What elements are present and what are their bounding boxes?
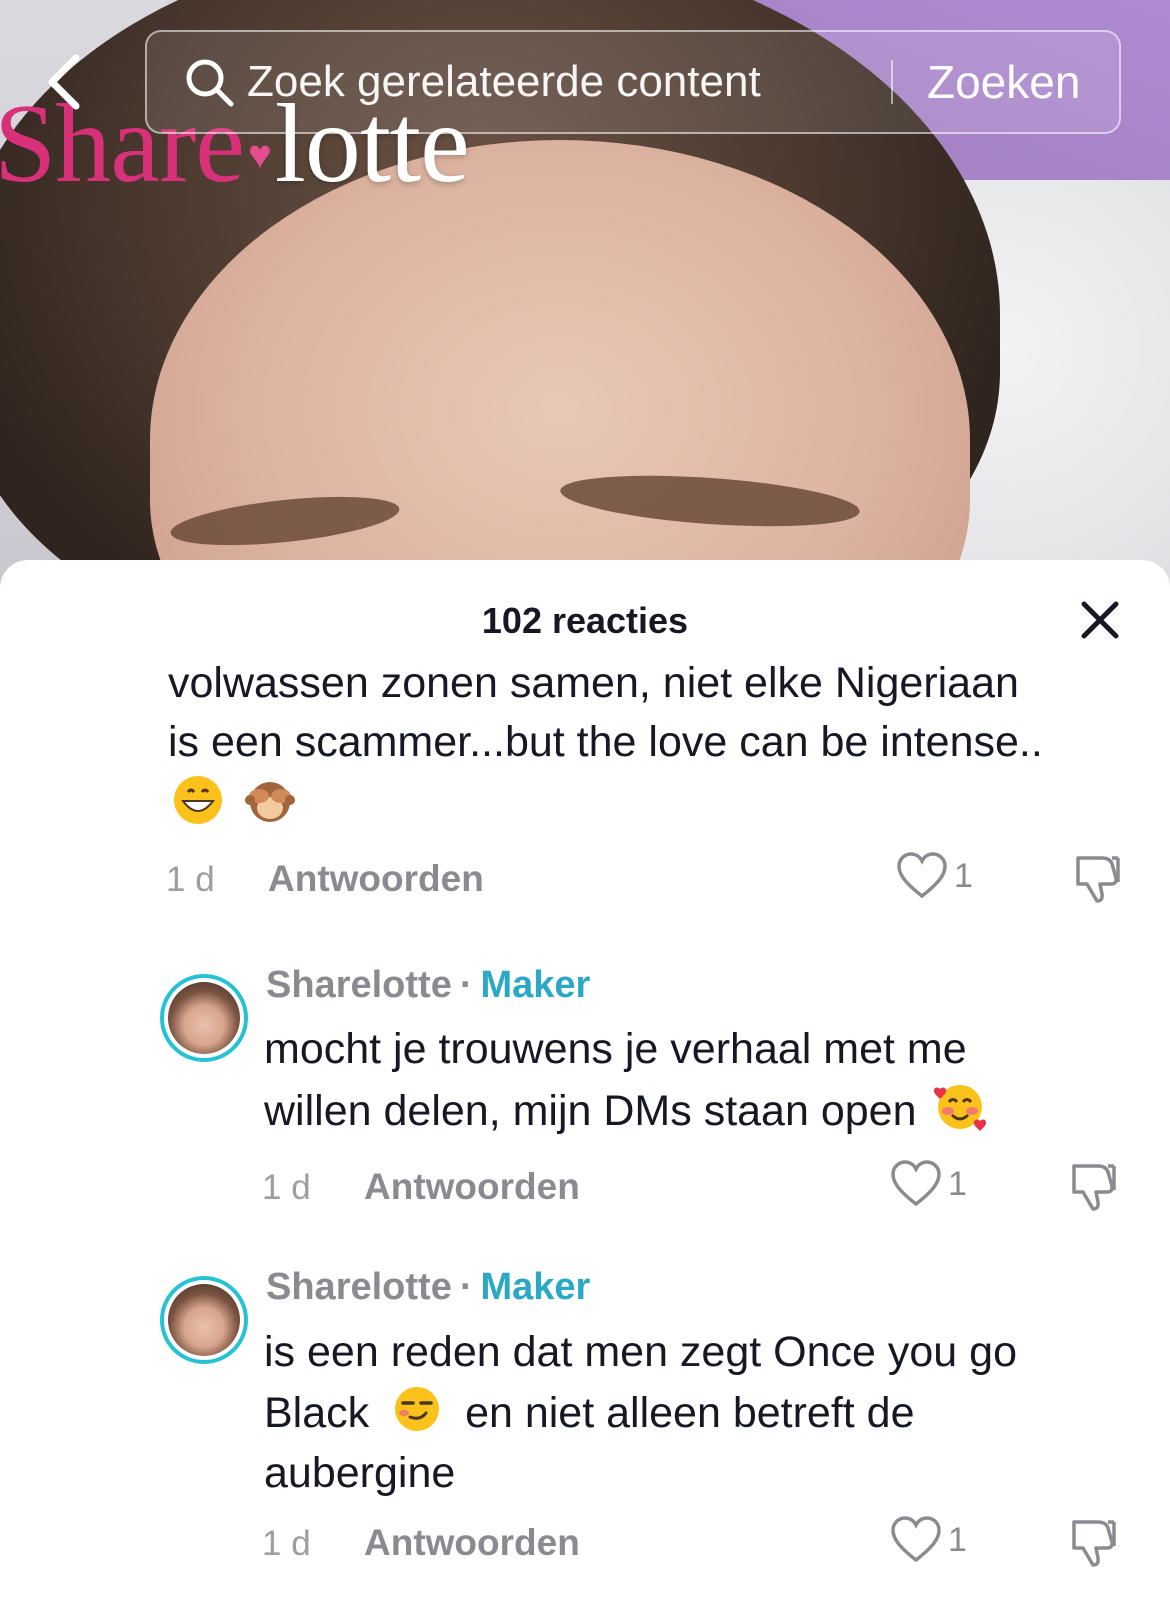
comment-2-like-count: 1 [948, 1164, 967, 1203]
chevron-left-icon [48, 54, 80, 110]
comment-2-maker-badge: Maker [480, 964, 591, 1006]
comment-2-username: Sharelotte [266, 964, 452, 1006]
comment-1-line-2: is een scammer...but the love can be int… [168, 718, 1043, 766]
comment-3-avatar[interactable] [160, 1276, 248, 1364]
avatar-image [168, 1284, 240, 1356]
comment-1-like-button[interactable]: 1 [896, 852, 973, 900]
heart-outline-icon [891, 1160, 941, 1207]
comment-3-line-2-wrap: Black en niet alleen betreft de [264, 1383, 915, 1443]
see-no-evil-monkey-emoji [244, 782, 295, 822]
thumbs-down-icon [1072, 1164, 1116, 1211]
back-button[interactable] [36, 50, 96, 114]
comment-2-line-2-wrap: willen delen, mijn DMs staan open [264, 1081, 987, 1141]
comment-1-reply-button[interactable]: Antwoorden [268, 858, 484, 900]
comment-1-line-1: volwassen zonen samen, niet elke Nigeria… [168, 659, 1019, 707]
comment-3-time: 1 d [262, 1524, 311, 1563]
comments-sheet: 102 reacties volwassen zonen samen, niet… [0, 560, 1170, 1601]
comment-3-author[interactable]: Sharelotte · Maker [266, 1266, 590, 1309]
comment-2-line-1: mocht je trouwens je verhaal met me [264, 1025, 967, 1073]
comment-2-time: 1 d [262, 1168, 311, 1207]
comment-3-like-count: 1 [948, 1520, 967, 1559]
comment-1-emojis [172, 774, 296, 834]
comment-2-avatar[interactable] [160, 974, 248, 1062]
comment-3-line-2b: en niet alleen betreft de [465, 1389, 915, 1437]
comment-3-like-button[interactable]: 1 [890, 1516, 967, 1564]
comment-2-like-button[interactable]: 1 [890, 1160, 967, 1208]
heart-icon: ♥ [248, 132, 272, 178]
comment-3-line-1: is een reden dat men zegt Once you go [264, 1328, 1017, 1376]
comment-2-author[interactable]: Sharelotte · Maker [266, 964, 590, 1007]
comment-3-line-3: aubergine [264, 1449, 456, 1497]
comment-1-like-count: 1 [954, 856, 973, 895]
search-icon [186, 59, 234, 107]
search-button[interactable]: Zoeken [927, 55, 1080, 109]
comment-2-dislike-button[interactable] [1066, 1160, 1120, 1214]
comments-count-title: 102 reacties [481, 600, 689, 641]
avatar-image [168, 982, 240, 1054]
comment-2-reply-button[interactable]: Antwoorden [364, 1166, 580, 1208]
comment-3-separator: · [459, 1266, 473, 1308]
comment-3-username: Sharelotte [266, 1266, 452, 1308]
comment-3-dislike-button[interactable] [1066, 1516, 1120, 1570]
comment-1-time: 1 d [166, 860, 215, 899]
close-button[interactable] [1080, 600, 1120, 640]
comment-3-line-2a: Black [264, 1389, 370, 1437]
search-input[interactable] [247, 52, 887, 112]
thumbs-down-icon [1072, 1520, 1116, 1567]
smirking-face-emoji [395, 1387, 440, 1431]
heart-outline-icon [891, 1516, 941, 1563]
smiling-face-with-hearts-emoji [934, 1085, 987, 1131]
search-bar[interactable]: Zoeken [145, 30, 1121, 134]
comment-2-line-2: willen delen, mijn DMs staan open [264, 1087, 917, 1135]
comment-1-dislike-button[interactable] [1070, 852, 1124, 906]
comment-3-reply-button[interactable]: Antwoorden [364, 1522, 580, 1564]
close-icon [1081, 601, 1119, 639]
search-divider [891, 60, 893, 104]
comment-3-maker-badge: Maker [480, 1266, 591, 1308]
grinning-face-emoji [174, 776, 222, 824]
thumbs-down-icon [1076, 856, 1120, 903]
comment-2-separator: · [459, 964, 473, 1006]
heart-outline-icon [897, 852, 947, 899]
